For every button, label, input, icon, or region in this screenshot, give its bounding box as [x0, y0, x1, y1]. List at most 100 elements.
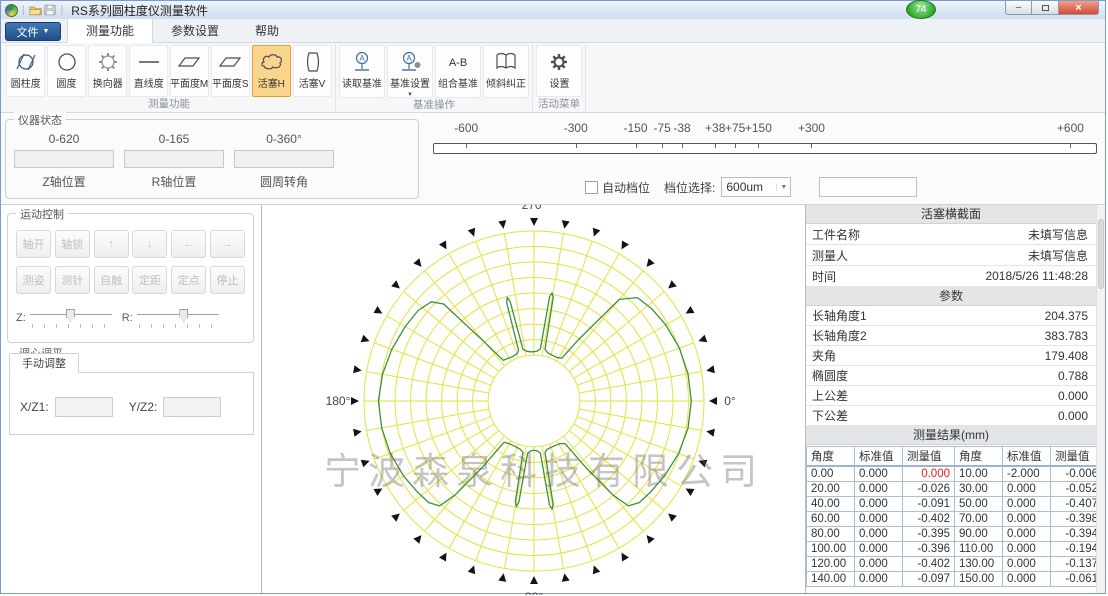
open-file-icon[interactable] — [29, 4, 43, 16]
tool-datum-combine[interactable]: A-B 组合基准 — [435, 45, 481, 98]
result-cell[interactable]: 0.000 — [903, 466, 955, 482]
result-cell[interactable]: -0.194 — [1051, 542, 1103, 557]
tool-flatness-s[interactable]: 平面度S — [211, 45, 250, 97]
result-cell[interactable]: 0.000 — [1003, 542, 1051, 557]
result-cell[interactable]: 0.000 — [855, 466, 903, 482]
motion-button[interactable]: 定点 — [171, 266, 206, 294]
z-speed-slider[interactable] — [30, 306, 112, 330]
result-cell[interactable]: -0.394 — [1051, 527, 1103, 542]
tool-roundness[interactable]: 圆度 — [47, 45, 86, 97]
result-cell[interactable]: 0.000 — [1003, 482, 1051, 497]
z-axis-position-field[interactable] — [14, 150, 114, 168]
table-row[interactable]: 140.000.000-0.097150.000.000-0.061 — [807, 572, 1103, 587]
motion-button[interactable]: ↓ — [132, 230, 167, 258]
tool-commutator[interactable]: 换向器 — [88, 45, 127, 97]
result-cell[interactable]: 10.00 — [955, 466, 1003, 482]
result-cell[interactable]: 0.000 — [855, 557, 903, 572]
tab-measure-functions[interactable]: 测量功能 — [67, 17, 153, 43]
r-speed-slider[interactable] — [137, 306, 219, 330]
scrollbar-thumb[interactable] — [1098, 219, 1104, 289]
motion-button[interactable]: 自触 — [94, 266, 129, 294]
motion-button[interactable]: ↑ — [94, 230, 129, 258]
result-cell[interactable]: -0.396 — [903, 542, 955, 557]
xz1-field[interactable] — [55, 397, 113, 417]
result-cell[interactable]: -0.407 — [1051, 497, 1103, 512]
motion-button[interactable]: 测姿 — [16, 266, 51, 294]
result-cell[interactable]: 0.000 — [855, 542, 903, 557]
tool-piston-v[interactable]: 活塞V — [293, 45, 332, 97]
tab-manual-adjust[interactable]: 手动调整 — [9, 353, 79, 373]
motion-button[interactable]: 测针 — [55, 266, 90, 294]
vertical-scrollbar[interactable] — [1096, 205, 1105, 593]
table-row[interactable]: 100.000.000-0.396110.000.000-0.194 — [807, 542, 1103, 557]
result-cell[interactable]: 40.00 — [807, 497, 855, 512]
motion-button[interactable]: 停止 — [210, 266, 245, 294]
gear-value-field[interactable] — [819, 177, 917, 197]
result-cell[interactable]: -0.395 — [903, 527, 955, 542]
result-cell[interactable]: -0.061 — [1051, 572, 1103, 587]
motion-button[interactable]: 轴锁 — [55, 230, 90, 258]
tool-datum-read[interactable]: A 读取基准 — [339, 45, 385, 98]
tool-tilt-correct[interactable]: 倾斜纠正 — [483, 45, 529, 98]
result-cell[interactable]: 140.00 — [807, 572, 855, 587]
table-row[interactable]: 60.000.000-0.40270.000.000-0.398 — [807, 512, 1103, 527]
result-cell[interactable]: 0.000 — [855, 482, 903, 497]
result-cell[interactable]: 0.000 — [855, 497, 903, 512]
result-cell[interactable]: 130.00 — [955, 557, 1003, 572]
table-row[interactable]: 80.000.000-0.39590.000.000-0.394 — [807, 527, 1103, 542]
results-header-cell[interactable]: 标准值 — [855, 447, 903, 467]
tool-flatness-m[interactable]: 平面度M — [170, 45, 209, 97]
result-cell[interactable]: 120.00 — [807, 557, 855, 572]
results-header-cell[interactable]: 测量值 — [1051, 447, 1103, 467]
result-cell[interactable]: 0.000 — [1003, 557, 1051, 572]
auto-gear-checkbox[interactable] — [585, 181, 598, 194]
result-cell[interactable]: -0.398 — [1051, 512, 1103, 527]
result-cell[interactable]: 90.00 — [955, 527, 1003, 542]
result-cell[interactable]: -2.000 — [1003, 466, 1051, 482]
result-cell[interactable]: 50.00 — [955, 497, 1003, 512]
save-icon[interactable] — [43, 4, 57, 16]
result-cell[interactable]: 0.000 — [855, 527, 903, 542]
r-slider-thumb[interactable] — [179, 309, 188, 322]
results-header-cell[interactable]: 角度 — [807, 447, 855, 467]
motion-button[interactable]: 轴开 — [16, 230, 51, 258]
z-slider-thumb[interactable] — [66, 309, 75, 322]
table-row[interactable]: 120.000.000-0.402130.000.000-0.137 — [807, 557, 1103, 572]
results-header-cell[interactable]: 角度 — [955, 447, 1003, 467]
motion-button[interactable]: ← — [171, 230, 206, 258]
tool-piston-h[interactable]: 活塞H — [252, 45, 291, 97]
motion-button[interactable]: 定距 — [132, 266, 167, 294]
table-row[interactable]: 0.000.0000.00010.00-2.000-0.006 — [807, 466, 1103, 482]
tool-cylindricity[interactable]: 圆柱度 — [6, 45, 45, 97]
result-cell[interactable]: -0.402 — [903, 557, 955, 572]
result-cell[interactable]: 0.00 — [807, 466, 855, 482]
result-cell[interactable]: 0.000 — [1003, 497, 1051, 512]
maximize-button[interactable] — [1032, 1, 1059, 15]
tool-settings[interactable]: 设置 — [536, 45, 582, 97]
tab-help[interactable]: 帮助 — [237, 18, 297, 42]
r-axis-position-field[interactable] — [124, 150, 224, 168]
result-cell[interactable]: -0.137 — [1051, 557, 1103, 572]
result-cell[interactable]: 150.00 — [955, 572, 1003, 587]
result-cell[interactable]: -0.097 — [903, 572, 955, 587]
result-cell[interactable]: 0.000 — [855, 572, 903, 587]
results-header-cell[interactable]: 标准值 — [1003, 447, 1051, 467]
result-cell[interactable]: 100.00 — [807, 542, 855, 557]
table-row[interactable]: 40.000.000-0.09150.000.000-0.407 — [807, 497, 1103, 512]
gear-range-select[interactable]: 600um ▼ — [721, 177, 791, 197]
minimize-button[interactable]: – — [1005, 1, 1032, 15]
result-cell[interactable]: 20.00 — [807, 482, 855, 497]
result-cell[interactable]: 0.000 — [1003, 527, 1051, 542]
close-button[interactable]: × — [1059, 1, 1099, 15]
tab-parameter-settings[interactable]: 参数设置 — [153, 18, 237, 42]
result-cell[interactable]: 70.00 — [955, 512, 1003, 527]
tool-straightness[interactable]: 直线度 — [129, 45, 168, 97]
result-cell[interactable]: 0.000 — [1003, 572, 1051, 587]
results-header-cell[interactable]: 测量值 — [903, 447, 955, 467]
result-cell[interactable]: -0.052 — [1051, 482, 1103, 497]
result-cell[interactable]: 80.00 — [807, 527, 855, 542]
result-cell[interactable]: -0.091 — [903, 497, 955, 512]
result-cell[interactable]: -0.006 — [1051, 466, 1103, 482]
result-cell[interactable]: 30.00 — [955, 482, 1003, 497]
result-cell[interactable]: 0.000 — [1003, 512, 1051, 527]
